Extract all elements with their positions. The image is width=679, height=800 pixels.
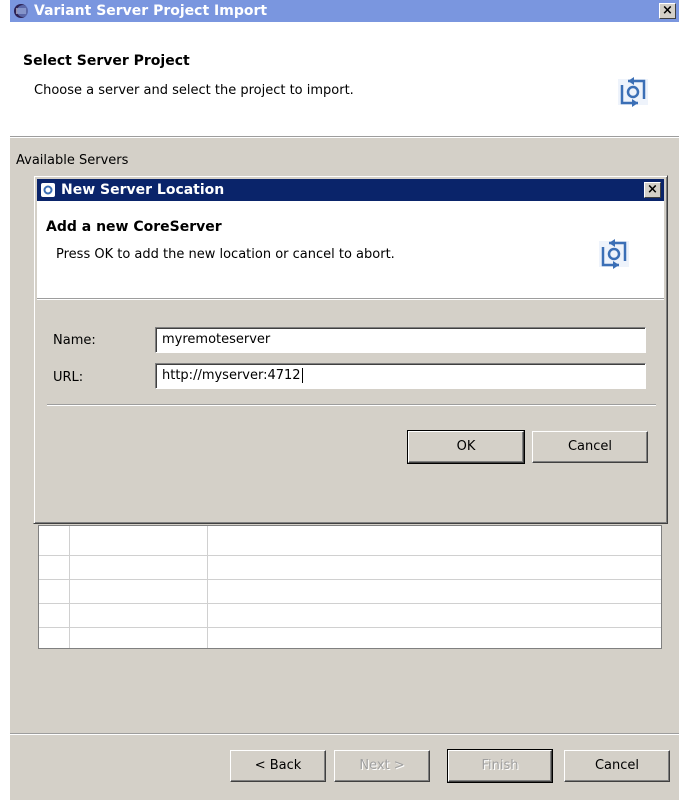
main-header: Select Server Project Choose a server an… bbox=[10, 22, 679, 136]
dialog-close-button[interactable]: × bbox=[644, 182, 661, 198]
main-window-title: Variant Server Project Import bbox=[34, 3, 268, 19]
finish-button[interactable]: Finish bbox=[447, 749, 553, 783]
dialog-cancel-button[interactable]: Cancel bbox=[532, 431, 648, 463]
main-titlebar[interactable]: Variant Server Project Import × bbox=[10, 0, 679, 22]
url-value: http://myserver:4712 bbox=[162, 368, 301, 383]
dialog-header-desc: Press OK to add the new location or canc… bbox=[56, 247, 395, 262]
main-header-separator bbox=[10, 136, 679, 138]
back-button[interactable]: < Back bbox=[230, 750, 326, 782]
row-line bbox=[39, 627, 661, 628]
main-header-title: Select Server Project bbox=[23, 53, 190, 69]
ok-button[interactable]: OK bbox=[407, 430, 525, 464]
dialog-header-title: Add a new CoreServer bbox=[46, 219, 222, 235]
project-table[interactable] bbox=[38, 525, 662, 649]
url-label: URL: bbox=[53, 370, 84, 385]
server-sync-icon bbox=[595, 235, 633, 273]
server-sync-icon bbox=[614, 73, 652, 111]
main-close-button[interactable]: × bbox=[659, 3, 676, 19]
dialog-title: New Server Location bbox=[61, 182, 225, 198]
dialog-header-separator bbox=[37, 298, 664, 300]
col-line bbox=[207, 526, 208, 648]
url-input[interactable]: http://myserver:4712 bbox=[155, 363, 646, 389]
close-icon: × bbox=[662, 3, 673, 18]
col-line bbox=[69, 526, 70, 648]
text-caret bbox=[301, 368, 303, 383]
row-line bbox=[39, 603, 661, 604]
server-icon bbox=[40, 182, 56, 198]
close-icon: × bbox=[647, 182, 658, 197]
name-input[interactable]: myremoteserver bbox=[155, 327, 646, 353]
main-cancel-button[interactable]: Cancel bbox=[564, 750, 670, 782]
dialog-titlebar[interactable]: New Server Location × bbox=[37, 179, 664, 201]
main-header-desc: Choose a server and select the project t… bbox=[34, 83, 354, 98]
row-line bbox=[39, 555, 661, 556]
row-line bbox=[39, 579, 661, 580]
eclipse-icon bbox=[13, 3, 29, 19]
dialog-header: Add a new CoreServer Press OK to add the… bbox=[37, 201, 664, 298]
name-label: Name: bbox=[53, 333, 96, 348]
available-servers-label: Available Servers bbox=[16, 153, 129, 168]
dialog-footer-separator bbox=[47, 404, 656, 406]
left-margin bbox=[0, 0, 10, 800]
new-server-dialog: New Server Location × Add a new CoreServ… bbox=[33, 175, 668, 524]
main-footer-separator bbox=[10, 733, 679, 735]
next-button[interactable]: Next > bbox=[334, 750, 430, 782]
